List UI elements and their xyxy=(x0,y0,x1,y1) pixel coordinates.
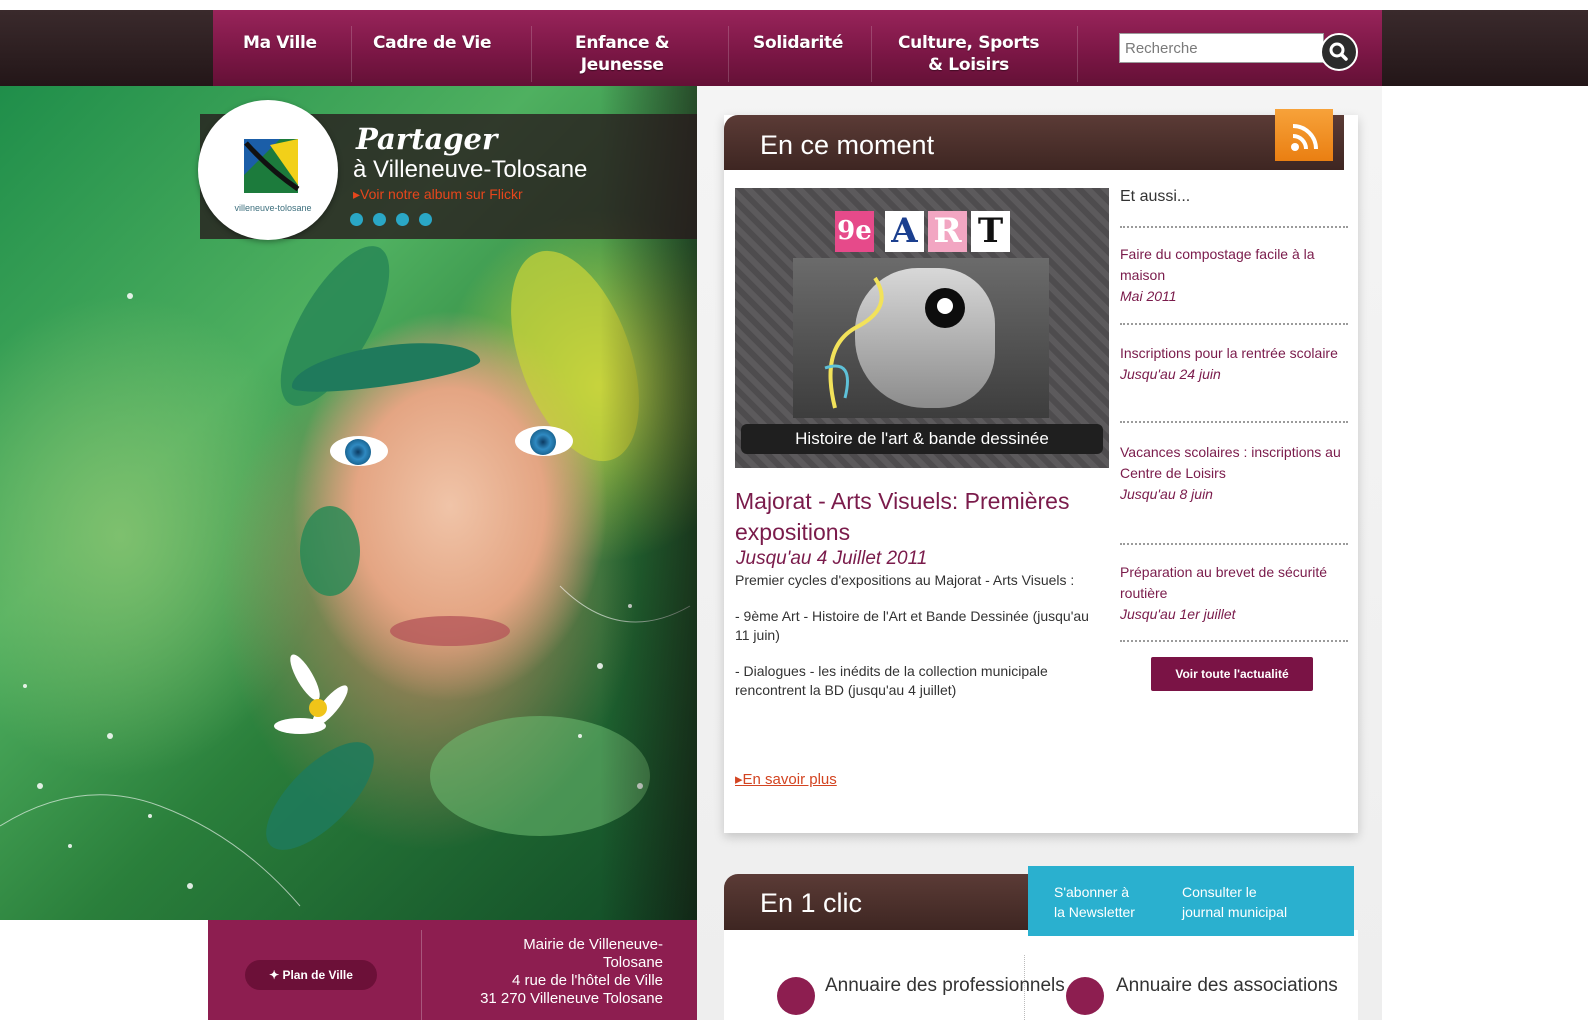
mairie-address: Mairie de Villeneuve- Tolosane 4 rue de … xyxy=(480,936,663,1007)
associations-icon xyxy=(1066,977,1104,1015)
divider xyxy=(1120,226,1348,228)
search-icon xyxy=(1329,42,1348,61)
nav-separator xyxy=(871,26,872,82)
footer-separator xyxy=(421,930,422,1020)
feature-date: Jusqu'au 4 Juillet 2011 xyxy=(736,548,928,569)
annuaire-associations-link[interactable]: Annuaire des associations xyxy=(1116,975,1338,997)
voir-toute-actualite-button[interactable]: Voir toute l'actualité xyxy=(1151,657,1313,691)
newsletter-link[interactable]: S'abonner à la Newsletter xyxy=(1054,882,1135,922)
feature-image-caption: Histoire de l'art & bande dessinée xyxy=(741,424,1103,454)
slider-dot[interactable] xyxy=(373,213,386,226)
journal-municipal-link[interactable]: Consulter le journal municipal xyxy=(1182,882,1287,922)
plan-de-ville-button[interactable]: ✦ Plan de Ville xyxy=(245,960,377,990)
et-aussi-heading: Et aussi... xyxy=(1120,188,1191,205)
search-input[interactable]: Recherche xyxy=(1119,33,1324,63)
art-letter-t: T xyxy=(971,211,1010,252)
flickr-link-text: Voir notre album sur Flickr xyxy=(360,186,523,202)
nav-cadre-de-vie[interactable]: Cadre de Vie xyxy=(373,32,491,54)
quick-links-bar: S'abonner à la Newsletter Consulter le j… xyxy=(1028,866,1354,936)
plan-icon: ✦ xyxy=(269,968,283,982)
feature-description: Premier cycles d'expositions au Majorat … xyxy=(735,572,1089,698)
nav-culture-sports-loisirs[interactable]: Culture, Sports & Loisirs xyxy=(898,32,1039,76)
en-1-clic-title: En 1 clic xyxy=(760,888,863,918)
yellow-line-art xyxy=(824,276,884,409)
nav-separator xyxy=(351,26,352,82)
city-logo-icon xyxy=(244,139,300,193)
art-letter-a: A xyxy=(885,211,924,252)
professionals-icon xyxy=(777,977,815,1015)
slider-dots xyxy=(350,213,442,231)
divider xyxy=(1120,323,1348,325)
news-item[interactable]: Vacances scolaires : inscriptions au Cen… xyxy=(1120,442,1348,505)
en-savoir-plus-link[interactable]: ▸En savoir plus xyxy=(735,770,837,788)
search-button[interactable] xyxy=(1320,33,1358,71)
feature-title[interactable]: Majorat - Arts Visuels: Premières exposi… xyxy=(735,486,1095,548)
news-item[interactable]: Préparation au brevet de sécurité routiè… xyxy=(1120,562,1348,625)
nav-separator xyxy=(728,26,729,82)
logo-caption: villeneuve-tolosane xyxy=(234,203,312,213)
divider xyxy=(1120,640,1348,642)
flickr-album-link[interactable]: ▸Voir notre album sur Flickr xyxy=(353,186,523,203)
nav-solidarite[interactable]: Solidarité xyxy=(753,32,843,54)
nav-enfance-jeunesse[interactable]: Enfance & Jeunesse xyxy=(575,32,670,76)
slider-dot[interactable] xyxy=(419,213,432,226)
nav-separator xyxy=(1077,26,1078,82)
partager-subtitle: à Villeneuve-Tolosane xyxy=(353,156,588,183)
daisy xyxy=(274,654,348,734)
art-superscript: 9e xyxy=(835,211,874,252)
annuaire-professionnels-link[interactable]: Annuaire des professionnels xyxy=(825,975,1065,997)
news-item[interactable]: Faire du compostage facile à la maison M… xyxy=(1120,244,1348,307)
nav-separator xyxy=(531,26,532,82)
partager-title: Partager xyxy=(356,122,498,156)
en-ce-moment-title: En ce moment xyxy=(760,130,935,160)
nav-ma-ville[interactable]: Ma Ville xyxy=(243,32,317,54)
divider xyxy=(1120,543,1348,545)
feature-image[interactable]: 9e A R T Histoire de l'art & bande dessi… xyxy=(735,188,1109,468)
art-letter-r: R xyxy=(928,211,967,252)
slider-dot[interactable] xyxy=(350,213,363,226)
slider-dot[interactable] xyxy=(396,213,409,226)
rss-icon xyxy=(1291,124,1318,151)
news-item[interactable]: Inscriptions pour la rentrée scolaire Ju… xyxy=(1120,343,1348,385)
divider xyxy=(1120,421,1348,423)
